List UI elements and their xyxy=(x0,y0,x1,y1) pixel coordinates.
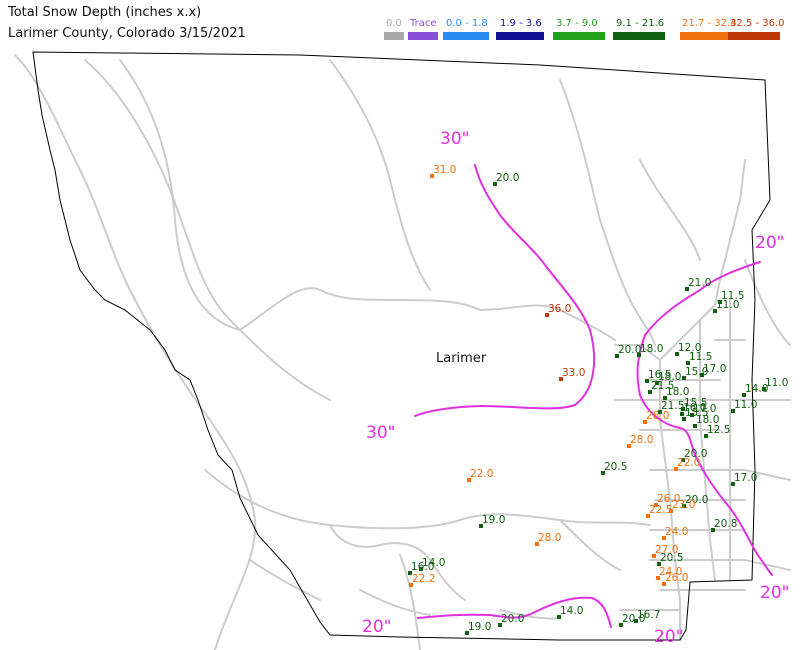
legend-label: 21.7 - 32.4 xyxy=(682,18,737,29)
legend-swatch xyxy=(613,32,665,40)
isopleth-layer xyxy=(414,164,773,628)
legend-label: 1.9 - 3.6 xyxy=(500,18,542,29)
station-value-label: 31.0 xyxy=(433,164,456,176)
station-value-label: 26.0 xyxy=(665,572,688,584)
station-marker: 14.0 xyxy=(557,605,583,619)
station-value-label: 20.5 xyxy=(604,461,627,473)
station-value-label: 22.5 xyxy=(649,504,672,516)
contour-label-20-northeast: 20" xyxy=(755,233,784,253)
station-value-label: 36.0 xyxy=(548,303,571,315)
station-marker: 26.0 xyxy=(643,410,669,424)
station-marker: 11.0 xyxy=(731,399,757,413)
station-value-label: 23.0 xyxy=(672,499,695,511)
station-marker: 22.0 xyxy=(674,457,700,471)
snow-depth-map: 30" 30" 20" 20" 20" 20" Larimer 31.0 20.0… xyxy=(14,51,791,650)
station-marker: 14.0 xyxy=(419,557,445,571)
station-marker: 26.0 xyxy=(662,572,688,586)
legend-swatch xyxy=(728,32,780,40)
legend-swatch xyxy=(496,32,544,40)
station-value-label: 19.0 xyxy=(482,514,505,526)
station-marker: 11.0 xyxy=(713,299,739,313)
legend-label: 0.0 - 1.8 xyxy=(446,18,488,29)
station-marker: 24.0 xyxy=(662,526,688,540)
station-value-label: 14.0 xyxy=(560,605,583,617)
legend-swatch xyxy=(553,32,605,40)
station-marker: 20.5 xyxy=(601,461,627,475)
contour-label-30-south: 30" xyxy=(366,423,395,443)
station-value-label: 11.0 xyxy=(734,399,757,411)
station-value-label: 20.8 xyxy=(714,518,737,530)
station-marker: 17.0 xyxy=(731,472,757,486)
station-marker: 20.8 xyxy=(711,518,737,532)
contour-label-20-southwest: 20" xyxy=(362,617,391,637)
map-subtitle: Larimer County, Colorado 3/15/2021 xyxy=(8,26,246,41)
legend: 0.0 Trace 0.0 - 1.8 1.9 - 3.6 3.7 - 9.0 9.1 -… xyxy=(380,18,800,44)
station-value-label: 11.0 xyxy=(716,299,739,311)
station-marker: 19.0 xyxy=(479,514,505,528)
station-value-label: 17.0 xyxy=(734,472,757,484)
station-value-label: 11.5 xyxy=(689,351,712,363)
contour-label-20-southeast: 20" xyxy=(760,583,789,603)
contour-label-30-north: 30" xyxy=(440,129,469,149)
station-value-label: 22.0 xyxy=(677,457,700,469)
station-marker: 18.0 xyxy=(637,343,663,357)
station-marker: 20.0 xyxy=(493,172,519,186)
contour-label-20-south: 20" xyxy=(654,627,683,647)
station-value-label: 20.5 xyxy=(660,552,683,564)
station-value-label: 22.0 xyxy=(470,468,493,480)
station-marker: 12.5 xyxy=(704,424,730,438)
station-marker: 17.0 xyxy=(700,363,726,377)
station-marker: 28.0 xyxy=(535,532,561,546)
station-marker: 20.0 xyxy=(498,613,524,627)
map-header: Total Snow Depth (inches x.x) Larimer Co… xyxy=(0,0,800,48)
station-value-label: 20.0 xyxy=(501,613,524,625)
legend-label: 9.1 - 21.6 xyxy=(616,18,665,29)
legend-label: Trace xyxy=(410,18,437,29)
station-value-label: 18.0 xyxy=(640,343,663,355)
station-marker: 19.0 xyxy=(465,621,491,635)
station-value-label: 12.5 xyxy=(707,424,730,436)
station-marker: 23.0 xyxy=(669,499,695,513)
station-value-label: 26.0 xyxy=(646,410,669,422)
legend-label: 32.5 - 36.0 xyxy=(730,18,785,29)
station-marker: 11.0 xyxy=(762,377,788,391)
county-label: Larimer xyxy=(436,351,487,366)
legend-swatch xyxy=(408,32,438,40)
station-marker: 31.0 xyxy=(430,164,456,178)
station-marker: 22.0 xyxy=(467,468,493,482)
station-marker: 20.0 xyxy=(619,613,645,627)
station-value-label: 28.0 xyxy=(630,434,653,446)
legend-swatch xyxy=(680,32,732,40)
legend-swatch xyxy=(384,32,404,40)
legend-label: 0.0 xyxy=(386,18,402,29)
map-title: Total Snow Depth (inches x.x) xyxy=(8,5,202,20)
station-value-label: 17.0 xyxy=(703,363,726,375)
station-marker: 33.0 xyxy=(559,367,585,381)
station-value-label: 21.0 xyxy=(688,277,711,289)
station-value-label: 19.0 xyxy=(468,621,491,633)
station-marker: 36.0 xyxy=(545,303,571,317)
station-marker: 22.5 xyxy=(646,504,672,518)
station-value-label: 33.0 xyxy=(562,367,585,379)
station-value-label: 22.2 xyxy=(412,573,435,585)
station-marker: 20.5 xyxy=(657,552,683,566)
legend-label: 3.7 - 9.0 xyxy=(556,18,598,29)
station-value-label: 20.0 xyxy=(622,613,645,625)
station-marker: 21.0 xyxy=(685,277,711,291)
legend-swatch xyxy=(443,32,489,40)
station-value-label: 28.0 xyxy=(538,532,561,544)
station-value-label: 14.0 xyxy=(422,557,445,569)
station-value-label: 11.0 xyxy=(765,377,788,389)
station-value-label: 24.0 xyxy=(665,526,688,538)
station-marker: 28.0 xyxy=(627,434,653,448)
station-value-label: 20.0 xyxy=(496,172,519,184)
station-marker: 22.2 xyxy=(409,573,435,587)
